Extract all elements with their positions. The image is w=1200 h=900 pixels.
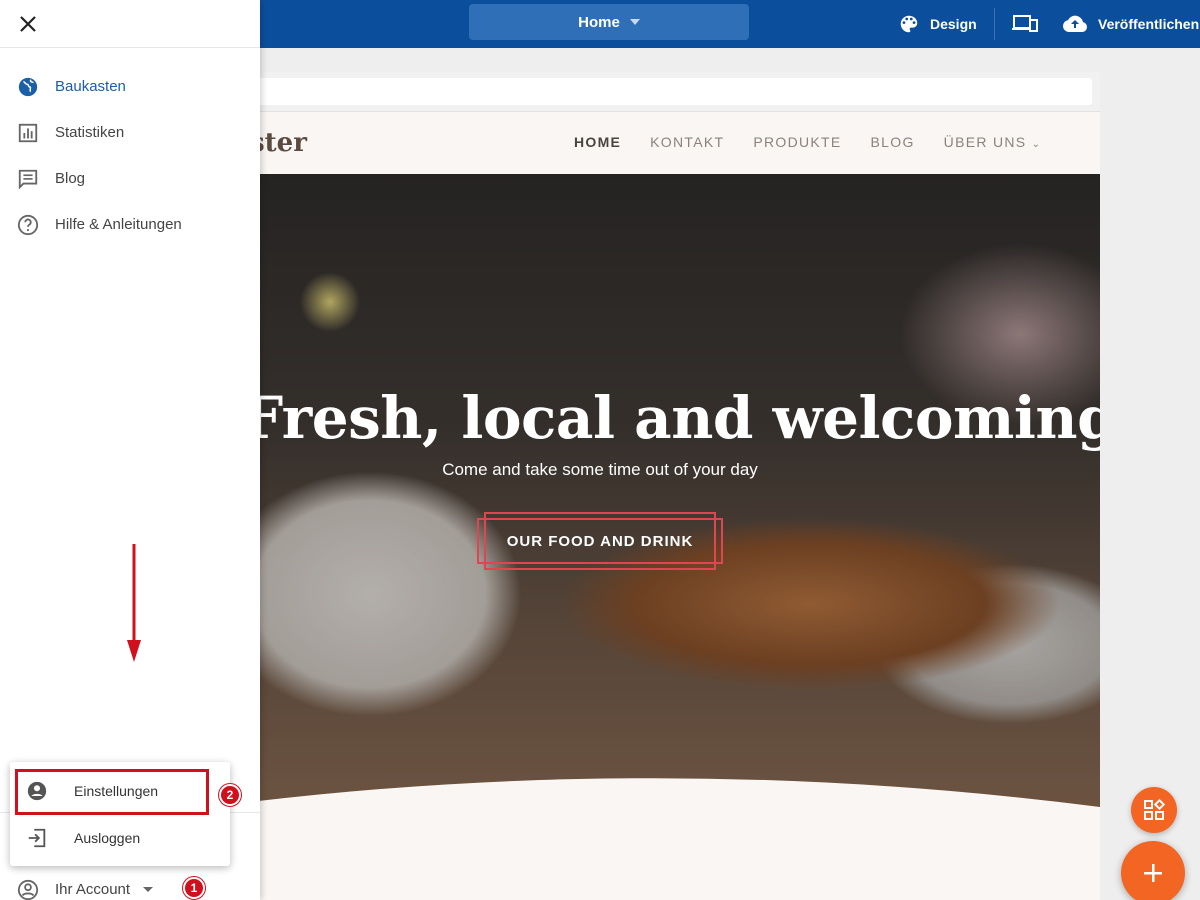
menu-item-label: Ausloggen (74, 830, 141, 846)
sidebar-item-baukasten[interactable]: Baukasten (0, 67, 260, 107)
site-nav: HOME KONTAKT PRODUKTE BLOG ÜBER UNS ⌄ (574, 134, 1040, 150)
publish-button[interactable]: Veröffentlichen (1062, 0, 1199, 48)
sidebar-item-hilfe[interactable]: Hilfe & Anleitungen (0, 205, 260, 245)
chevron-down-icon (143, 887, 153, 892)
topbar-divider (994, 8, 995, 40)
sidebar-item-label: Baukasten (55, 78, 126, 95)
sidebar-item-label: Statistiken (55, 124, 125, 141)
page-select-label: Home (578, 13, 620, 31)
preview-url-field (258, 78, 1092, 105)
hero-title[interactable]: Fresh, local and welcoming (250, 384, 1100, 452)
blog-icon (18, 169, 38, 190)
nav-ueber-uns-label: ÜBER UNS (943, 134, 1027, 150)
chart-icon (18, 123, 38, 143)
annotation-arrow-down (127, 544, 141, 662)
account-icon (17, 879, 39, 900)
close-icon[interactable] (16, 12, 40, 36)
hero-section[interactable]: Fresh, local and welcoming Come and take… (250, 174, 1100, 814)
highlight-box (15, 769, 209, 815)
chevron-down-icon (629, 19, 640, 25)
nav-kontakt[interactable]: KONTAKT (650, 134, 724, 150)
chevron-down-icon: ⌄ (1031, 139, 1040, 150)
design-label: Design (930, 16, 977, 32)
widgets-icon (1144, 798, 1166, 820)
device-preview-button[interactable] (1012, 0, 1048, 48)
help-icon (17, 214, 39, 236)
cloud-upload-icon (1062, 15, 1088, 33)
hero-cta-button[interactable]: OUR FOOD AND DRINK (477, 518, 723, 564)
step-badge-1: 1 (183, 877, 205, 899)
hero-overlay (250, 174, 1100, 814)
account-label: Ihr Account (55, 881, 131, 898)
logout-icon (28, 828, 46, 848)
account-dropdown[interactable]: Ihr Account (0, 872, 260, 900)
step-badge-2: 2 (219, 784, 241, 806)
menu-item-ausloggen[interactable]: Ausloggen (10, 815, 230, 861)
nav-home[interactable]: HOME (574, 134, 621, 150)
devices-icon (1012, 15, 1038, 32)
hero-wave-divider (250, 778, 1100, 900)
globe-icon (18, 77, 38, 97)
sidebar-divider (0, 47, 260, 48)
add-fab[interactable] (1121, 841, 1185, 900)
design-button[interactable]: Design (898, 0, 977, 48)
preview-url-bar (250, 72, 1100, 112)
nav-ueber-uns[interactable]: ÜBER UNS ⌄ (944, 134, 1040, 150)
hero-subtitle[interactable]: Come and take some time out of your day (250, 460, 950, 480)
sidebar-item-label: Blog (55, 170, 86, 187)
nav-blog[interactable]: BLOG (871, 134, 915, 150)
sidebar-item-label: Hilfe & Anleitungen (55, 216, 182, 233)
publish-label: Veröffentlichen (1098, 16, 1200, 32)
website-preview: ster HOME KONTAKT PRODUKTE BLOG ÜBER UNS… (250, 72, 1100, 900)
sidebar-item-blog[interactable]: Blog (0, 159, 260, 199)
plus-icon (1144, 864, 1162, 882)
sidebar-item-statistiken[interactable]: Statistiken (0, 113, 260, 153)
widgets-fab[interactable] (1131, 787, 1177, 833)
nav-produkte[interactable]: PRODUKTE (753, 134, 841, 150)
palette-icon (900, 15, 918, 33)
page-select-dropdown[interactable]: Home (469, 4, 749, 40)
site-header: ster HOME KONTAKT PRODUKTE BLOG ÜBER UNS… (250, 112, 1100, 174)
